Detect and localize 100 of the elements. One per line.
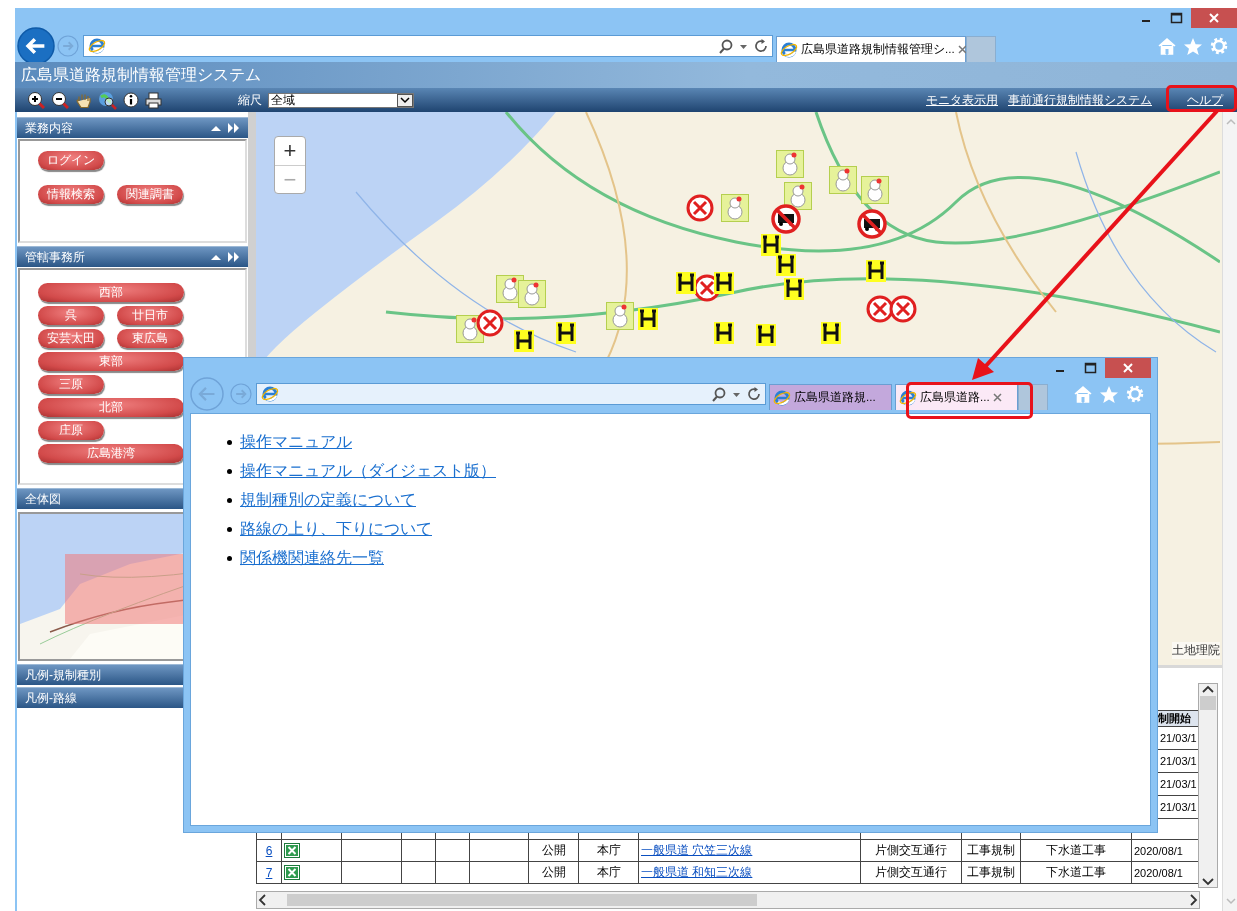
help-link[interactable]: 操作マニュアル（ダイジェスト版） [240, 461, 496, 482]
no-entry-marker-icon [889, 295, 917, 323]
office-button[interactable]: 安芸太田 [38, 329, 104, 348]
table-cell: 2020/08/1 [1134, 844, 1183, 857]
star-icon[interactable] [1099, 384, 1119, 404]
spreadsheet-icon[interactable] [284, 843, 300, 858]
zoom-in-button[interactable]: + [275, 137, 305, 165]
no-entry-marker-icon [686, 194, 714, 222]
table-cell-text: 21/03/1 [1159, 778, 1197, 790]
office-button[interactable]: 三原 [38, 375, 104, 394]
snow-marker-icon [606, 302, 634, 330]
browser-tab[interactable]: 広島県道路... [895, 384, 1018, 410]
office-button[interactable]: 関連調書 [117, 185, 183, 204]
construction-marker-icon [556, 322, 576, 344]
globe-search-icon[interactable] [98, 90, 117, 110]
section-title: 全体図 [25, 490, 61, 508]
no-entry-marker-icon [866, 295, 894, 323]
tab-close-icon[interactable] [992, 393, 1002, 402]
table-cell: 本庁 [596, 865, 621, 879]
vertical-scrollbar[interactable] [1198, 683, 1218, 888]
close-button[interactable] [1105, 358, 1151, 378]
scroll-right-icon[interactable] [1187, 893, 1199, 907]
section-title: 凡例-路線 [25, 689, 77, 707]
no-truck-marker-icon [857, 209, 887, 239]
no-entry-marker-icon [476, 309, 504, 337]
search-icon[interactable] [718, 38, 733, 54]
table-cell: 下水道工事 [1046, 865, 1106, 879]
tab-close-icon[interactable] [957, 45, 967, 54]
help-link[interactable]: 関係機関連絡先一覧 [240, 548, 384, 569]
app-title: 広島県道路規制情報管理システム [15, 62, 1237, 88]
snow-marker-icon [721, 194, 749, 222]
header-link[interactable]: 事前通行規制情報システム [1008, 92, 1152, 108]
table-cell: 片側交互通行 [875, 843, 947, 857]
star-icon[interactable] [1183, 36, 1203, 56]
bullet-icon [227, 527, 232, 532]
table-cell: 公開 [541, 843, 566, 857]
map-attribution: 土地理院 [1172, 642, 1220, 659]
printer-icon[interactable] [145, 91, 162, 109]
bullet-icon [227, 469, 232, 474]
browser-tab[interactable]: 広島県道路規... [769, 384, 892, 410]
section-header[interactable]: 業務内容 [17, 117, 248, 138]
collapse-icon[interactable] [210, 252, 222, 262]
bullet-icon [227, 498, 232, 503]
close-icon [1208, 12, 1220, 24]
scroll-down-icon[interactable] [1201, 875, 1215, 887]
snow-marker-icon [829, 166, 857, 194]
expand-icon[interactable] [227, 251, 240, 263]
snow-marker-icon [784, 182, 812, 210]
refresh-icon[interactable] [747, 387, 761, 401]
scrollbar-thumb[interactable] [287, 894, 757, 906]
browser-logo-icon [773, 388, 791, 407]
maximize-icon[interactable] [1083, 362, 1097, 374]
scale-dropdown[interactable]: 全域 [268, 92, 414, 108]
office-button[interactable]: 情報検索 [38, 185, 104, 204]
table-cell: 2020/08/1 [1134, 866, 1183, 879]
table-cell-text: 21/03/1 [1159, 732, 1197, 744]
office-button[interactable]: 東広島 [117, 329, 183, 348]
scrollbar-thumb[interactable] [1200, 696, 1216, 710]
header-link[interactable]: ヘルプ [1187, 92, 1223, 108]
table-cell: 片側交互通行 [875, 865, 947, 879]
help-link[interactable]: 路線の上り、下りについて [240, 519, 432, 540]
office-button[interactable]: 広島港湾 [38, 444, 184, 463]
construction-marker-icon [784, 278, 804, 300]
dropdown-caret-icon[interactable] [397, 93, 413, 107]
office-button[interactable]: 呉 [38, 306, 104, 325]
info-icon[interactable] [123, 92, 139, 108]
collapse-icon[interactable] [210, 123, 222, 133]
section-title: 管轄事務所 [25, 248, 85, 266]
table-cell: 本庁 [596, 843, 621, 857]
office-button[interactable]: 廿日市 [117, 306, 183, 325]
close-button[interactable] [1191, 8, 1237, 28]
header-link[interactable]: モニタ表示用 [926, 92, 998, 108]
maximize-icon[interactable] [1169, 12, 1183, 24]
snow-marker-icon [776, 150, 804, 178]
office-button[interactable]: 北部 [38, 398, 184, 417]
construction-marker-icon [756, 324, 776, 346]
scroll-left-icon[interactable] [257, 893, 269, 907]
table-cell: 工事規制 [967, 865, 1015, 879]
office-button[interactable]: ログイン [38, 151, 104, 170]
browser-tab[interactable]: 広島県道路規制情報管理シ... [776, 36, 966, 62]
office-button[interactable]: 庄原 [38, 421, 104, 440]
column-header: 制開始 [1157, 712, 1191, 724]
section-header[interactable]: 管轄事務所 [17, 246, 248, 267]
expand-icon[interactable] [227, 122, 240, 134]
construction-marker-icon [821, 322, 841, 344]
help-link[interactable]: 操作マニュアル [240, 432, 352, 453]
refresh-icon[interactable] [754, 39, 768, 53]
table-cell: 公開 [541, 865, 566, 879]
office-button[interactable]: 東部 [38, 352, 184, 371]
browser-logo-icon [899, 388, 917, 407]
table-cell: 工事規制 [967, 843, 1015, 857]
office-button[interactable]: 西部 [38, 283, 184, 302]
search-icon[interactable] [711, 386, 726, 402]
zoom-in-icon[interactable] [27, 91, 45, 109]
spreadsheet-icon[interactable] [284, 865, 300, 880]
bullet-icon [227, 556, 232, 561]
no-truck-marker-icon [771, 204, 801, 234]
snow-marker-icon [861, 176, 889, 204]
horizontal-scrollbar[interactable] [256, 891, 1200, 909]
zoom-out-icon[interactable] [51, 91, 69, 109]
